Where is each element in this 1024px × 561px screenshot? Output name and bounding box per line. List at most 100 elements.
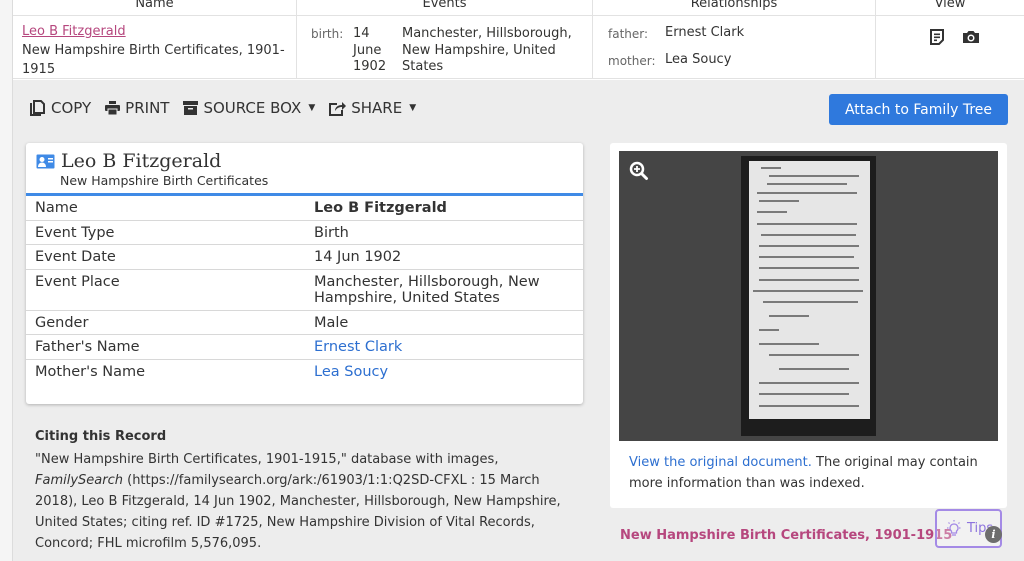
- handwriting-line: [769, 354, 859, 357]
- record-fields-table: Name Leo B Fitzgerald Event Type Birth E…: [26, 196, 583, 383]
- record-icon[interactable]: [928, 28, 946, 46]
- document-paper: [749, 161, 870, 419]
- header-relationships: Relationships: [593, 0, 876, 15]
- document-image-card: View the original document. The original…: [610, 143, 1007, 508]
- handwriting-line: [759, 267, 859, 270]
- handwriting-line: [757, 222, 857, 225]
- lightbulb-icon: [947, 519, 961, 536]
- archive-box-icon: [183, 101, 199, 115]
- field-row: Event Type Birth: [26, 220, 583, 245]
- handwriting-line: [759, 382, 859, 385]
- header-events: Events: [297, 0, 593, 15]
- camera-icon[interactable]: [962, 28, 980, 46]
- field-value: 14 Jun 1902: [305, 244, 583, 270]
- person-name-link[interactable]: Leo B Fitzgerald: [22, 24, 126, 39]
- handwriting-line: [759, 404, 859, 407]
- attach-to-family-tree-button[interactable]: Attach to Family Tree: [829, 94, 1008, 125]
- event-date: 14 June 1902: [353, 26, 402, 78]
- name-cell: Leo B Fitzgerald New Hampshire Birth Cer…: [13, 16, 297, 78]
- collection-link[interactable]: New Hampshire Birth Certificates, 1901-1…: [620, 528, 952, 543]
- mother-name-link[interactable]: Lea Soucy: [305, 359, 583, 383]
- record-card: Leo B Fitzgerald New Hampshire Birth Cer…: [26, 143, 583, 404]
- handwriting-line: [767, 183, 847, 186]
- copy-label: COPY: [51, 99, 92, 117]
- event-date-day: 14: [353, 26, 370, 41]
- info-icon[interactable]: i: [985, 526, 1002, 543]
- copy-icon: [30, 100, 45, 116]
- handwriting-line: [759, 393, 849, 396]
- events-cell: birth: 14 June 1902 Manchester, Hillsbor…: [297, 16, 593, 78]
- handwriting-line: [761, 166, 781, 169]
- field-key: Gender: [26, 310, 305, 335]
- field-value: Leo B Fitzgerald: [305, 196, 583, 221]
- view-cell: [876, 16, 1024, 78]
- relationship-value: Lea Soucy: [665, 52, 732, 67]
- share-icon: [329, 101, 347, 116]
- print-button[interactable]: PRINT: [105, 99, 169, 117]
- handwriting-line: [769, 175, 859, 177]
- handwriting-line: [757, 191, 857, 194]
- handwriting-line: [779, 368, 849, 371]
- relationships-cell: father: Ernest Clark mother: Lea Soucy: [593, 16, 876, 78]
- field-row: Father's Name Ernest Clark: [26, 334, 583, 360]
- event-date-month: June: [353, 42, 382, 58]
- collection-name: New Hampshire Birth Certificates, 1901-1…: [22, 43, 285, 77]
- copy-button[interactable]: COPY: [30, 99, 91, 117]
- field-key: Father's Name: [26, 334, 305, 360]
- handwriting-line: [759, 278, 859, 281]
- document-thumbnail[interactable]: [741, 156, 876, 436]
- source-box-dropdown[interactable]: SOURCE BOX ▼: [183, 99, 315, 117]
- event-place: Manchester, Hillsborough, New Hampshire,…: [402, 26, 572, 74]
- field-key: Mother's Name: [35, 363, 146, 380]
- field-row: Name Leo B Fitzgerald: [26, 196, 583, 221]
- field-key: Event Type: [26, 220, 305, 245]
- document-image-viewer[interactable]: [619, 151, 998, 441]
- handwriting-line: [759, 245, 859, 247]
- field-key: Event Place: [26, 269, 305, 311]
- view-original-document-link[interactable]: View the original document.: [629, 455, 812, 470]
- results-header: Name Events Relationships View: [13, 0, 1024, 16]
- handwriting-line: [769, 315, 809, 317]
- handwriting-line: [761, 233, 856, 236]
- field-key: Name: [26, 196, 305, 221]
- field-key: Event Date: [26, 244, 305, 270]
- field-row: Event Place Manchester, Hillsborough, Ne…: [26, 269, 583, 311]
- citation-text: "New Hampshire Birth Certificates, 1901-…: [35, 449, 565, 554]
- field-row: Event Date 14 Jun 1902: [26, 244, 583, 270]
- field-row: Gender Male: [26, 310, 583, 335]
- citation-site: FamilySearch: [35, 473, 123, 488]
- relationship-value: Ernest Clark: [665, 25, 745, 40]
- zoom-in-icon[interactable]: [629, 161, 649, 181]
- share-dropdown[interactable]: SHARE ▼: [329, 99, 416, 117]
- relationship-label: father:: [608, 27, 649, 41]
- event-date-year: 1902: [353, 59, 387, 74]
- citation-title: Citing this Record: [35, 429, 167, 444]
- source-box-label: SOURCE BOX: [203, 99, 302, 117]
- field-value: Birth: [305, 220, 583, 245]
- handwriting-line: [759, 343, 819, 345]
- caret-down-icon: ▼: [409, 103, 417, 113]
- handwriting-line: [759, 200, 799, 203]
- relationship-father: father: Ernest Clark: [608, 25, 875, 52]
- field-row: Mother's Name Lea Soucy: [26, 359, 583, 383]
- record-detail-panel: COPY PRINT SOURCE BOX ▼ SHARE ▼ Attach t…: [13, 80, 1024, 561]
- table-row[interactable]: Leo B Fitzgerald New Hampshire Birth Cer…: [13, 16, 1024, 79]
- handwriting-line: [759, 256, 854, 259]
- header-name: Name: [13, 0, 297, 15]
- field-value: Manchester, Hillsborough, New Hampshire,…: [305, 269, 583, 311]
- record-card-header: Leo B Fitzgerald New Hampshire Birth Cer…: [26, 143, 583, 196]
- print-label: PRINT: [125, 99, 170, 117]
- header-view: View: [934, 0, 966, 11]
- print-icon: [105, 101, 121, 115]
- page-left-edge: [0, 0, 13, 561]
- image-caption: View the original document. The original…: [629, 452, 999, 494]
- relationship-label: mother:: [608, 54, 656, 68]
- share-label: SHARE: [351, 99, 403, 117]
- record-subtitle: New Hampshire Birth Certificates: [60, 173, 269, 188]
- handwriting-line: [753, 289, 863, 292]
- citation-section: Citing this Record "New Hampshire Birth …: [35, 429, 565, 554]
- event-label: birth:: [311, 27, 344, 41]
- relationship-mother: mother: Lea Soucy: [608, 52, 875, 79]
- father-name-link[interactable]: Ernest Clark: [305, 334, 583, 360]
- record-title-text: Leo B Fitzgerald: [61, 150, 222, 172]
